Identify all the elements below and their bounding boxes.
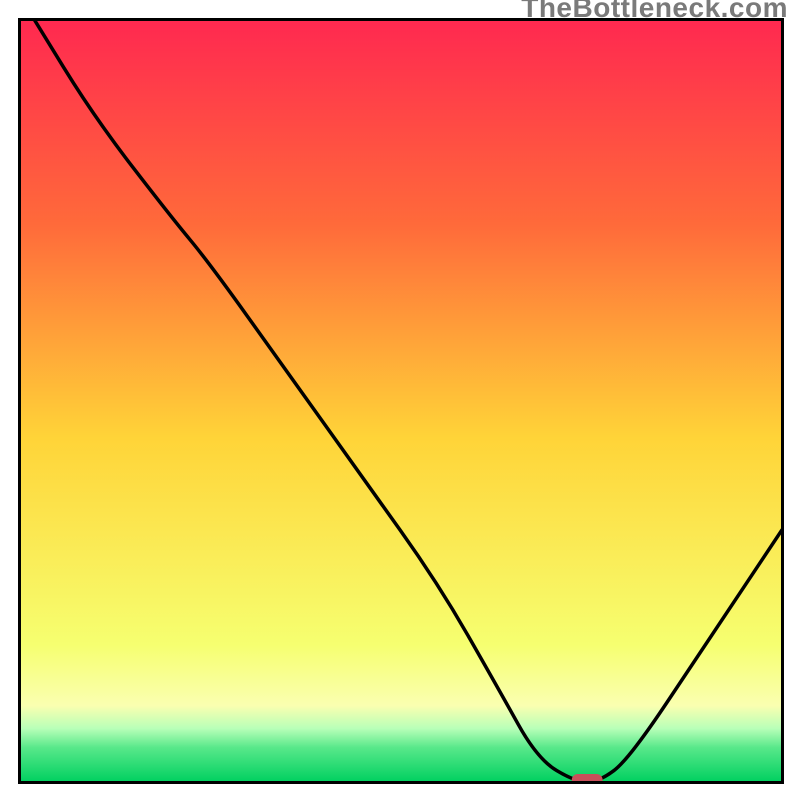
bottleneck-curve [33,18,782,782]
watermark-text: TheBottleneck.com [521,0,788,24]
chart-overlay [18,18,782,782]
plot-frame [18,18,782,782]
minimum-marker [572,774,603,782]
